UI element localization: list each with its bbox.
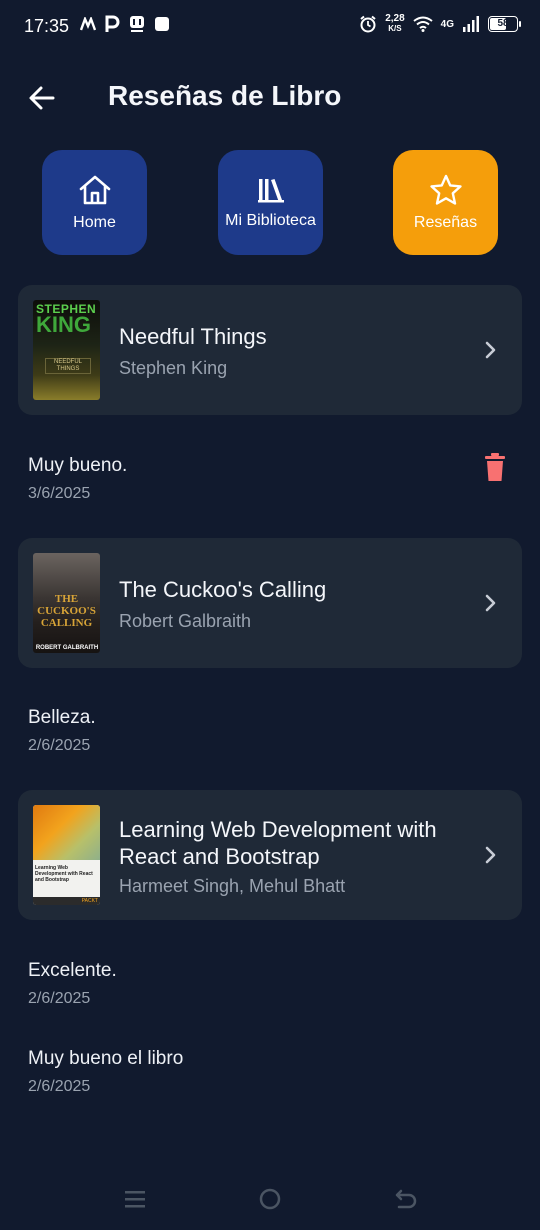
chevron-right-icon [485, 341, 496, 359]
transit-app-icon [130, 16, 144, 32]
book-title-line2: React and Bootstrap [119, 844, 320, 869]
review-date: 2/6/2025 [28, 990, 91, 1007]
status-time: 17:35 [24, 16, 70, 36]
review-item: Belleza. 2/6/2025 [28, 707, 96, 755]
notification-app-icon [80, 17, 96, 31]
page-title: Reseñas de Libro [108, 80, 342, 111]
nav-library-button[interactable]: Mi Biblioteca [218, 150, 323, 255]
alarm-icon [360, 15, 376, 33]
home-circle-icon[interactable] [259, 1188, 281, 1210]
back-button[interactable] [22, 78, 62, 118]
home-icon [79, 175, 110, 204]
nav-home-button[interactable]: Home [42, 150, 147, 255]
cover-author-text: ROBERT GALBRAITH [35, 645, 99, 651]
book-title: Needful Things [119, 324, 267, 349]
status-bar: 17:35 2,28 K/S 4G 58 [0, 0, 540, 54]
nav-reviews-button[interactable]: Reseñas [393, 150, 498, 255]
notification-icons [80, 15, 170, 33]
book-card[interactable]: STEPHEN KING NEEDFUL THINGS Needful Thin… [18, 285, 522, 415]
review-item: Muy bueno el libro 2/6/2025 [28, 1048, 183, 1096]
chevron-right-icon [485, 846, 496, 864]
book-cover: STEPHEN KING NEEDFUL THINGS [33, 300, 100, 400]
network-speed: 2,28 K/S [385, 14, 404, 34]
library-icon [257, 178, 284, 202]
network-type: 4G [440, 18, 454, 30]
book-author: Robert Galbraith [119, 611, 252, 631]
nav-home-label: Home [73, 213, 116, 231]
delete-review-button[interactable] [483, 452, 507, 482]
book-card[interactable]: THE CUCKOO'S CALLING ROBERT GALBRAITH Th… [18, 538, 522, 668]
book-card[interactable]: Learning Web Development with React and … [18, 790, 522, 920]
review-date: 3/6/2025 [28, 485, 91, 502]
review-item: Muy bueno. 3/6/2025 [28, 455, 127, 503]
nav-library-label: Mi Biblioteca [225, 211, 316, 229]
review-text: Muy bueno. [28, 455, 128, 476]
square-app-icon [155, 17, 169, 31]
chevron-right-icon [485, 594, 496, 612]
book-cover: Learning Web Development with React and … [33, 805, 100, 905]
review-item: Excelente. 2/6/2025 [28, 960, 117, 1008]
review-date: 2/6/2025 [28, 1078, 91, 1095]
top-nav: Home Mi Biblioteca Reseñas [0, 150, 540, 255]
book-title-line1: Learning Web Development with [119, 817, 437, 842]
speed-value: 2,28 [385, 13, 405, 24]
review-text: Belleza. [28, 707, 96, 728]
battery-icon: 58 [488, 16, 521, 32]
star-icon [429, 174, 462, 205]
book-title: Learning Web Development with React and … [119, 816, 437, 870]
cover-art [33, 805, 100, 860]
cover-subtitle-text: NEEDFUL THINGS [45, 358, 91, 374]
book-author: Harmeet Singh, Mehul Bhatt [119, 876, 346, 896]
arrow-left-icon [29, 86, 55, 110]
book-author: Stephen King [119, 358, 228, 378]
cover-title-text: KING [36, 312, 91, 337]
nav-reviews-label: Reseñas [413, 213, 478, 231]
cover-title-text: Learning Web Development with React and … [35, 865, 93, 883]
status-right-icons: 2,28 K/S 4G 58 [359, 14, 521, 34]
speed-unit: K/S [388, 24, 402, 33]
wifi-icon [413, 16, 433, 32]
book-cover: THE CUCKOO'S CALLING ROBERT GALBRAITH [33, 553, 100, 653]
cover-publisher-text: PACKT [33, 897, 100, 905]
battery-level: 58 [497, 18, 509, 29]
signal-icon [463, 16, 479, 32]
review-date: 2/6/2025 [28, 737, 91, 754]
review-text: Muy bueno el libro [28, 1048, 184, 1069]
back-nav-icon[interactable] [395, 1188, 417, 1210]
cover-title-text: THE CUCKOO'S CALLING [37, 593, 96, 629]
menu-icon[interactable] [125, 1188, 145, 1210]
system-nav-bar [0, 1170, 540, 1230]
app-bar: Reseñas de Libro [0, 70, 540, 126]
parking-app-icon [105, 15, 120, 32]
book-title: The Cuckoo's Calling [119, 577, 327, 602]
review-text: Excelente. [28, 960, 117, 981]
